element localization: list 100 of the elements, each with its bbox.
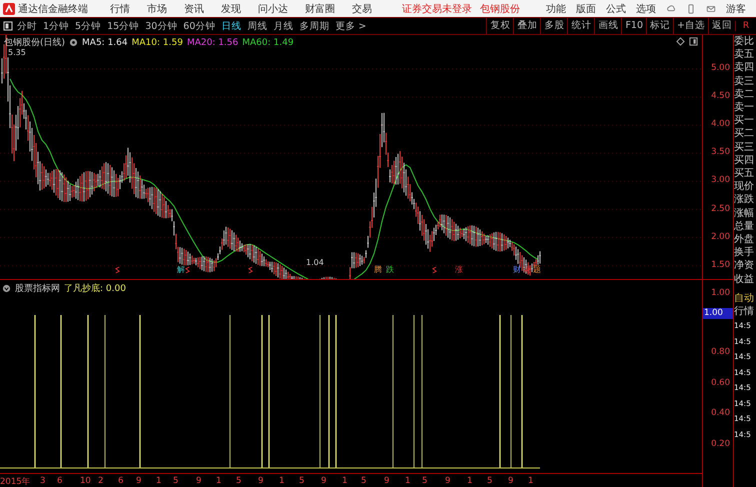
quote-field-label: 买五 (734, 167, 755, 180)
period-tab[interactable]: 分时 (17, 20, 37, 32)
message-icon[interactable] (706, 4, 716, 14)
market-label[interactable]: 行情 (734, 305, 756, 318)
period-tab[interactable]: 多周期 (299, 20, 330, 32)
quote-field-label: 买一 (734, 114, 755, 128)
toolbar-button[interactable]: F10 (621, 18, 646, 34)
date-axis-label: 5 (361, 476, 366, 486)
signal-marker-icon[interactable] (185, 266, 190, 274)
toolbar-button[interactable]: 复权 (486, 18, 514, 34)
date-axis-label: 1 (342, 476, 348, 486)
indicator-axis-label: 0.80 (711, 347, 730, 357)
indicator-axis-label: 0.60 (711, 378, 730, 388)
settings-icon[interactable] (69, 38, 78, 47)
menu-item[interactable]: 发现 (221, 2, 241, 16)
moving-average-label: MA60: 1.49 (242, 38, 294, 48)
period-tab[interactable]: 60分钟 (183, 20, 216, 32)
period-tab[interactable]: 30分钟 (145, 20, 178, 32)
price-axis-label: 1.00 (711, 288, 730, 298)
high-price-label: 5.35 (8, 48, 26, 57)
date-axis-label: 9 (321, 476, 326, 486)
phone-icon[interactable] (686, 4, 696, 14)
event-marker[interactable]: 涨 (455, 265, 463, 275)
user-label[interactable]: 游客 (726, 2, 746, 16)
toolbar-button[interactable]: 叠加 (513, 18, 540, 34)
period-tab[interactable]: 周线 (247, 20, 268, 32)
quote-field-label: 卖三 (734, 74, 755, 88)
menu-item[interactable]: 功能 (546, 2, 566, 16)
moving-average-label: MA5: 1.64 (82, 38, 128, 48)
date-axis-label: 5 (236, 476, 242, 486)
quote-field-label: 外盘 (734, 233, 755, 246)
app-logo-icon (3, 2, 15, 14)
toolbar-button[interactable]: 多股 (540, 18, 568, 34)
quote-field-label: 换手 (734, 246, 755, 260)
period-tab[interactable]: 更多 > (335, 20, 366, 32)
login-status-link[interactable]: 证券交易未登录 (402, 2, 472, 16)
quote-field-label: 涨幅 (734, 206, 755, 220)
corner-label: R (735, 21, 756, 31)
date-axis-label: 1 (279, 476, 284, 486)
cloud-icon[interactable] (666, 4, 676, 14)
event-marker[interactable]: 财 (513, 265, 521, 275)
stock-name-link[interactable]: 包钢股份 (480, 2, 520, 16)
price-axis-label: 2.50 (711, 204, 730, 214)
toolbar-button[interactable]: 返回 (708, 18, 735, 34)
menu-item[interactable]: 选项 (636, 2, 656, 16)
date-axis-label: 1 (156, 476, 162, 486)
auto-label[interactable]: 自动 (734, 292, 756, 306)
toolbar-button[interactable]: 统计 (567, 18, 594, 34)
date-axis-label: 9 (136, 476, 142, 486)
period-tab[interactable]: 日线 (221, 20, 242, 32)
date-axis-label: 1 (467, 476, 472, 486)
date-axis-label: 9 (384, 476, 390, 486)
signal-marker-icon[interactable] (432, 266, 437, 274)
signal-marker-icon[interactable] (115, 266, 120, 274)
menu-item[interactable]: 行情 (110, 2, 130, 16)
event-marker[interactable]: 腾 (374, 265, 382, 275)
period-tab[interactable]: 月线 (273, 20, 294, 32)
period-tab[interactable]: 15分钟 (107, 20, 140, 32)
toolbar-button[interactable]: +自选 (673, 18, 708, 34)
date-axis-label: 9 (508, 476, 514, 486)
event-marker[interactable]: 解 (177, 265, 185, 275)
date-axis-label: 9 (445, 476, 450, 486)
moving-average-label: MA10: 1.59 (132, 38, 183, 48)
diamond-icon[interactable] (676, 37, 685, 46)
current-value-label: 1.00 (703, 308, 733, 319)
date-axis-label: 6 (57, 476, 62, 486)
app-title: 通达信金融终端 (18, 2, 88, 16)
date-axis-label: 3 (40, 476, 46, 486)
date-axis-label: 5 (422, 476, 428, 486)
indicator-menu-icon[interactable] (2, 284, 11, 293)
menu-item[interactable]: 资讯 (184, 2, 204, 16)
date-axis-label: 9 (196, 476, 202, 486)
date-axis-label: 1 (405, 476, 410, 486)
price-axis-label: 2.00 (711, 232, 730, 242)
menu-item[interactable]: 问小达 (258, 2, 288, 16)
date-axis-label: 9 (258, 476, 264, 486)
panel-toggle-icon[interactable] (3, 21, 13, 31)
event-marker[interactable]: 题 (533, 265, 541, 275)
quote-field-label: 买二 (734, 127, 755, 141)
menu-item[interactable]: 公式 (606, 2, 626, 16)
toolbar-button[interactable]: 标记 (646, 18, 674, 34)
quote-field-label: 委比 (734, 35, 755, 48)
quote-field-label: 卖四 (734, 61, 755, 75)
menu-item[interactable]: 版面 (576, 2, 596, 16)
menu-item[interactable]: 交易 (352, 2, 372, 16)
panel-toggle-icon[interactable] (689, 37, 698, 46)
quote-field-label: 涨跌 (734, 193, 755, 207)
menu-item[interactable]: 财富圈 (305, 2, 335, 16)
period-tab[interactable]: 5分钟 (75, 20, 102, 32)
signal-marker-icon[interactable] (248, 266, 253, 274)
event-marker[interactable]: 港 (523, 265, 531, 275)
date-axis-label: 5 (487, 476, 492, 486)
quote-field-label: 收益 (734, 272, 755, 286)
menu-item[interactable]: 市场 (147, 2, 167, 16)
period-tab[interactable]: 1分钟 (43, 20, 70, 32)
toolbar-button[interactable]: 画线 (594, 18, 622, 34)
date-axis-label: 1 (216, 476, 222, 486)
indicator-axis-label: 0.40 (711, 408, 730, 418)
price-axis-label: 3.50 (711, 147, 730, 158)
event-marker[interactable]: 跌 (386, 265, 394, 275)
